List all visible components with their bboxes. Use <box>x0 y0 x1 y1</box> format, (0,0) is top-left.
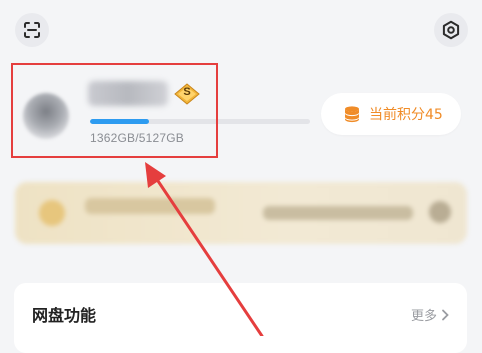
chevron-right-icon <box>442 309 449 320</box>
points-label: 当前积分45 <box>369 107 443 123</box>
feature-card: 网盘功能 更多 <box>14 283 467 353</box>
highlight-box <box>11 63 218 158</box>
scan-icon <box>24 22 40 38</box>
points-button[interactable]: 当前积分45 <box>321 93 461 135</box>
settings-icon <box>442 20 460 40</box>
vip-banner-blurred[interactable] <box>15 182 467 244</box>
scan-button[interactable] <box>15 13 49 47</box>
more-link[interactable]: 更多 <box>411 305 449 324</box>
more-label: 更多 <box>410 309 437 324</box>
coins-icon <box>345 106 359 123</box>
settings-button[interactable] <box>434 13 468 47</box>
feature-card-title: 网盘功能 <box>32 306 97 325</box>
